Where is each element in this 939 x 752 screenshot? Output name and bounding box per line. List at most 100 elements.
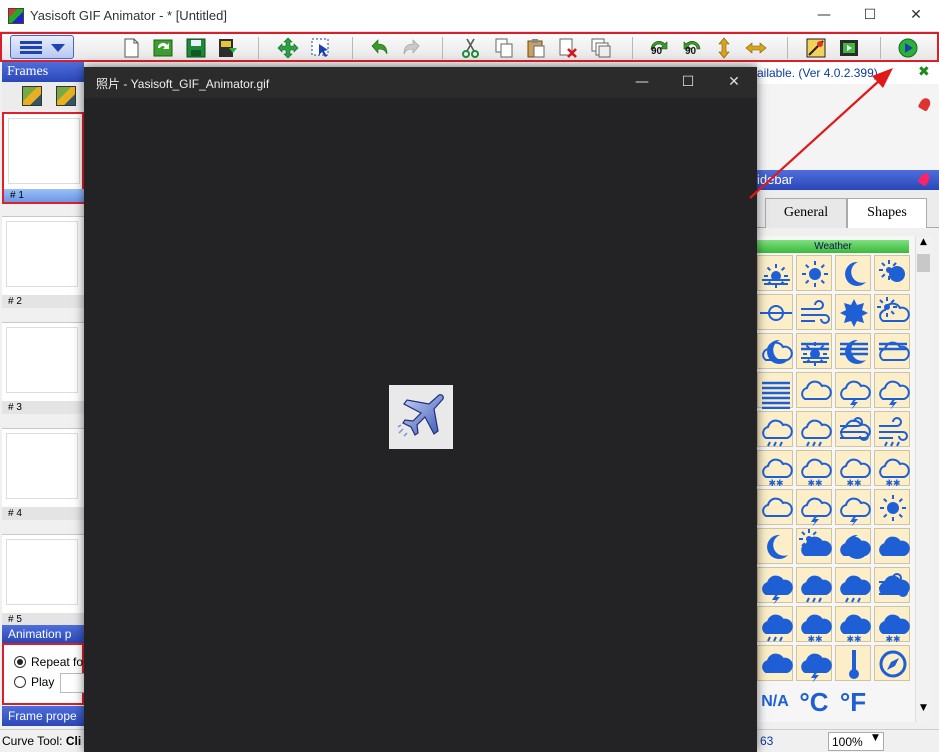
- shape-moon-fog-icon[interactable]: [835, 333, 871, 369]
- select-icon[interactable]: [310, 37, 332, 59]
- chevron-down-icon[interactable]: ▼: [872, 733, 879, 743]
- toolbar-separator: [632, 37, 633, 59]
- shape-cloud-filled-icon[interactable]: [874, 528, 910, 564]
- title-bar: Yasisoft GIF Animator - * [Untitled] — ☐…: [0, 0, 939, 32]
- repeat-option[interactable]: Repeat fo: [14, 655, 83, 669]
- shape-cloud-wind-icon[interactable]: [835, 411, 871, 447]
- play-option[interactable]: Play: [14, 675, 54, 689]
- shape-cloud-storm-icon[interactable]: [874, 372, 910, 408]
- viewer-maximize-button[interactable]: ☐: [665, 67, 711, 98]
- close-button[interactable]: ✕: [893, 0, 939, 30]
- redo-icon[interactable]: [401, 37, 423, 59]
- shape-cloud-outline-icon[interactable]: [757, 489, 793, 525]
- frame-item-5[interactable]: # 5: [2, 534, 84, 626]
- shape-moon-full-icon[interactable]: [757, 528, 793, 564]
- shape-fog-icon[interactable]: [757, 372, 793, 408]
- undo-icon[interactable]: [368, 37, 390, 59]
- toolbar-separator: [880, 37, 881, 59]
- shape-na-icon[interactable]: N/A: [757, 684, 793, 720]
- rotate-left-label: 90: [651, 46, 662, 57]
- shape-cloud-fog-icon[interactable]: [874, 333, 910, 369]
- shape-cloud-solid-icon[interactable]: [757, 645, 793, 681]
- shape-snow-filled-icon[interactable]: ✱✱: [796, 606, 832, 642]
- shape-cloud-snow-heavy-icon[interactable]: ✱✱: [796, 450, 832, 486]
- shape-cloud-sleet-icon[interactable]: ✱✱: [874, 450, 910, 486]
- shape-sunrise-icon[interactable]: [757, 255, 793, 291]
- shape-wind-icon[interactable]: [796, 294, 832, 330]
- shape-moon-icon[interactable]: [835, 255, 871, 291]
- shape-cloud-icon[interactable]: [796, 372, 832, 408]
- shape-celsius-icon[interactable]: °C: [796, 684, 832, 720]
- shape-snow-heavy-filled-icon[interactable]: ✱✱: [835, 606, 871, 642]
- effects-icon[interactable]: [805, 37, 827, 59]
- paste-icon[interactable]: [525, 37, 547, 59]
- update-notice-text[interactable]: ailable. (Ver 4.0.2.399): [757, 66, 878, 80]
- animation-panel: Repeat fo Play: [2, 643, 84, 705]
- shape-moon-cloud-filled-icon[interactable]: [835, 528, 871, 564]
- shape-horizon-fog-icon[interactable]: [796, 333, 832, 369]
- shape-cloud-rain-icon[interactable]: [757, 411, 793, 447]
- viewer-close-button[interactable]: ✕: [711, 67, 757, 98]
- tab-shapes[interactable]: Shapes: [847, 198, 927, 228]
- open-icon[interactable]: [152, 37, 174, 59]
- shape-thermometer-icon[interactable]: [835, 645, 871, 681]
- shape-moon-cloud-icon[interactable]: [757, 333, 793, 369]
- minimize-button[interactable]: —: [801, 0, 847, 30]
- shape-sleet-filled-icon[interactable]: ✱✱: [874, 606, 910, 642]
- shape-sun-eclipse-icon[interactable]: [874, 255, 910, 291]
- shape-wind-rain-icon[interactable]: [874, 411, 910, 447]
- frame-item-2[interactable]: # 2: [2, 216, 84, 308]
- move-icon[interactable]: [277, 37, 299, 59]
- add-frame-icon[interactable]: [22, 86, 42, 106]
- shape-compass-icon[interactable]: [874, 645, 910, 681]
- duplicate-icon[interactable]: [590, 37, 612, 59]
- scroll-down-icon[interactable]: ▼: [915, 703, 932, 719]
- shape-rain-heavy-filled-icon[interactable]: [835, 567, 871, 603]
- shape-fog-circle-icon[interactable]: [757, 294, 793, 330]
- shape-rain-filled-icon[interactable]: [796, 567, 832, 603]
- tab-general[interactable]: General: [765, 198, 847, 228]
- shape-partly-cloudy-icon[interactable]: [874, 294, 910, 330]
- scrollbar-thumb[interactable]: [917, 254, 930, 272]
- rotate-left-90-button[interactable]: 90: [648, 37, 670, 59]
- shape-lightning-cloud-icon[interactable]: [835, 489, 871, 525]
- close-notice-icon[interactable]: ✖: [918, 64, 930, 80]
- shape-sun-icon[interactable]: [796, 255, 832, 291]
- save-icon[interactable]: [185, 37, 207, 59]
- frame-item-3[interactable]: # 3: [2, 322, 84, 414]
- maximize-button[interactable]: ☐: [847, 0, 893, 30]
- shape-wind-cloud-filled-icon[interactable]: [874, 567, 910, 603]
- video-icon[interactable]: [838, 37, 860, 59]
- copy-icon[interactable]: [493, 37, 515, 59]
- flip-vertical-icon[interactable]: [713, 37, 735, 59]
- shape-cloud-rain-heavy-icon[interactable]: [796, 411, 832, 447]
- scroll-up-icon[interactable]: ▲: [915, 237, 932, 253]
- menu-button[interactable]: [10, 35, 74, 59]
- viewer-title: 照片 - Yasisoft_GIF_Animator.gif: [96, 75, 269, 92]
- insert-frame-icon[interactable]: [56, 86, 76, 106]
- delete-icon[interactable]: [557, 37, 579, 59]
- shape-sun-cloud-filled-icon[interactable]: [796, 528, 832, 564]
- new-file-icon[interactable]: [120, 37, 142, 59]
- shape-star-icon[interactable]: [835, 294, 871, 330]
- play-icon[interactable]: [897, 37, 919, 59]
- shape-storm-filled-icon[interactable]: [757, 567, 793, 603]
- rotate-right-90-button[interactable]: 90: [681, 37, 703, 59]
- photo-viewer-window: 照片 - Yasisoft_GIF_Animator.gif — ☐ ✕: [84, 67, 757, 752]
- frame-item-4[interactable]: # 4: [2, 428, 84, 520]
- cut-icon[interactable]: [460, 37, 482, 59]
- frame-thumbnail: [6, 433, 78, 499]
- shape-cloud-lightning-icon[interactable]: [835, 372, 871, 408]
- shape-drizzle-filled-icon[interactable]: [757, 606, 793, 642]
- frame-item-1[interactable]: # 1: [2, 112, 84, 204]
- viewer-minimize-button[interactable]: —: [619, 67, 665, 98]
- shape-thunder-solid-icon[interactable]: [796, 645, 832, 681]
- flip-horizontal-icon[interactable]: [745, 37, 767, 59]
- export-icon[interactable]: [217, 37, 239, 59]
- shape-fahrenheit-icon[interactable]: °F: [835, 684, 871, 720]
- shape-sun-bright-icon[interactable]: [874, 489, 910, 525]
- shape-cloud-snow-mix-icon[interactable]: ✱✱: [835, 450, 871, 486]
- shape-cloud-snow-icon[interactable]: ✱✱: [757, 450, 793, 486]
- shape-thunder-cloud-icon[interactable]: [796, 489, 832, 525]
- shapes-scrollbar[interactable]: [915, 237, 932, 722]
